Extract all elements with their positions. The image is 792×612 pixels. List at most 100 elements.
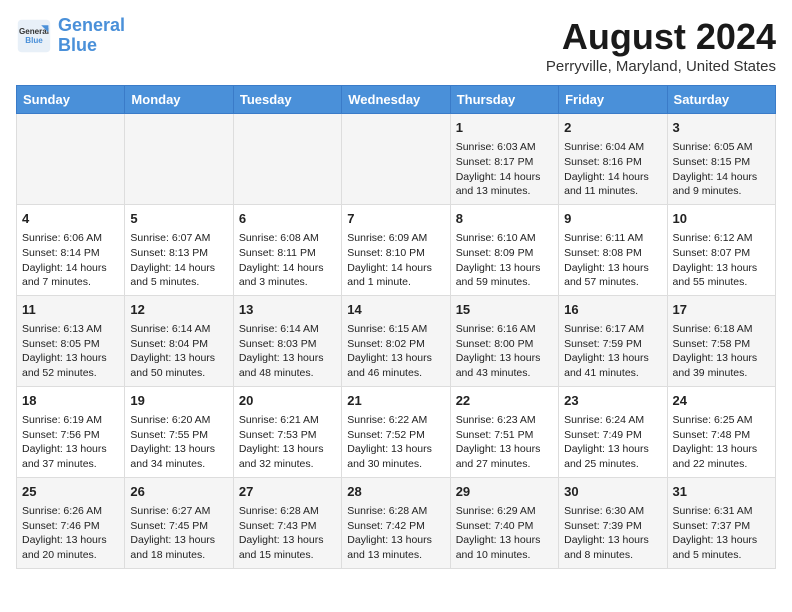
cell-content-line: Sunset: 8:00 PM bbox=[456, 337, 553, 352]
cell-content-line: Sunrise: 6:30 AM bbox=[564, 504, 661, 519]
calendar-cell: 26Sunrise: 6:27 AMSunset: 7:45 PMDayligh… bbox=[125, 477, 233, 568]
cell-content-line: Sunset: 7:40 PM bbox=[456, 519, 553, 534]
day-number: 26 bbox=[130, 483, 227, 501]
cell-content-line: and 59 minutes. bbox=[456, 275, 553, 290]
cell-content-line: and 46 minutes. bbox=[347, 366, 444, 381]
cell-content-line: Daylight: 13 hours bbox=[456, 533, 553, 548]
cell-content-line: Daylight: 13 hours bbox=[673, 442, 770, 457]
calendar-cell: 4Sunrise: 6:06 AMSunset: 8:14 PMDaylight… bbox=[17, 204, 125, 295]
cell-content-line: Daylight: 14 hours bbox=[673, 170, 770, 185]
cell-content-line: Sunrise: 6:11 AM bbox=[564, 231, 661, 246]
cell-content-line: Daylight: 13 hours bbox=[673, 261, 770, 276]
cell-content-line: Daylight: 14 hours bbox=[347, 261, 444, 276]
day-number: 31 bbox=[673, 483, 770, 501]
day-number: 29 bbox=[456, 483, 553, 501]
cell-content-line: Sunset: 7:43 PM bbox=[239, 519, 336, 534]
calendar-cell: 5Sunrise: 6:07 AMSunset: 8:13 PMDaylight… bbox=[125, 204, 233, 295]
cell-content-line: Sunrise: 6:24 AM bbox=[564, 413, 661, 428]
day-number: 8 bbox=[456, 210, 553, 228]
day-number: 7 bbox=[347, 210, 444, 228]
cell-content-line: Sunset: 8:07 PM bbox=[673, 246, 770, 261]
cell-content-line: and 9 minutes. bbox=[673, 184, 770, 199]
cell-content-line: and 48 minutes. bbox=[239, 366, 336, 381]
cell-content-line: Sunrise: 6:20 AM bbox=[130, 413, 227, 428]
cell-content-line: Sunrise: 6:08 AM bbox=[239, 231, 336, 246]
cell-content-line: Sunset: 7:48 PM bbox=[673, 428, 770, 443]
day-number: 3 bbox=[673, 119, 770, 137]
day-number: 18 bbox=[22, 392, 119, 410]
calendar-cell: 8Sunrise: 6:10 AMSunset: 8:09 PMDaylight… bbox=[450, 204, 558, 295]
weekday-header-monday: Monday bbox=[125, 86, 233, 114]
cell-content-line: Daylight: 13 hours bbox=[564, 442, 661, 457]
cell-content-line: Sunrise: 6:03 AM bbox=[456, 140, 553, 155]
day-number: 23 bbox=[564, 392, 661, 410]
cell-content-line: Sunrise: 6:04 AM bbox=[564, 140, 661, 155]
day-number: 6 bbox=[239, 210, 336, 228]
calendar-cell: 6 Sunrise: 6:08 AMSunset: 8:11 PMDaylight… bbox=[233, 204, 341, 295]
day-number: 20 bbox=[239, 392, 336, 410]
cell-content-line: Sunset: 8:16 PM bbox=[564, 155, 661, 170]
header: General Blue General Blue August 2024 Pe… bbox=[16, 16, 776, 75]
cell-content-line: Sunrise: 6:15 AM bbox=[347, 322, 444, 337]
day-number: 2 bbox=[564, 119, 661, 137]
cell-content-line: and 57 minutes. bbox=[564, 275, 661, 290]
cell-content-line: Sunset: 8:11 PM bbox=[239, 246, 336, 261]
calendar-cell: 31Sunrise: 6:31 AMSunset: 7:37 PMDayligh… bbox=[667, 477, 775, 568]
cell-content-line: Daylight: 13 hours bbox=[456, 351, 553, 366]
calendar-cell bbox=[233, 114, 341, 205]
day-number: 25 bbox=[22, 483, 119, 501]
cell-content-line: Sunset: 7:49 PM bbox=[564, 428, 661, 443]
cell-content-line: Sunset: 8:17 PM bbox=[456, 155, 553, 170]
cell-content-line: Sunrise: 6:07 AM bbox=[130, 231, 227, 246]
location-title: Perryville, Maryland, United States bbox=[546, 58, 776, 75]
cell-content-line: Sunset: 7:45 PM bbox=[130, 519, 227, 534]
cell-content-line: Sunset: 7:52 PM bbox=[347, 428, 444, 443]
cell-content-line: Sunrise: 6:25 AM bbox=[673, 413, 770, 428]
week-row-2: 4Sunrise: 6:06 AMSunset: 8:14 PMDaylight… bbox=[17, 204, 776, 295]
cell-content-line: and 25 minutes. bbox=[564, 457, 661, 472]
day-number: 14 bbox=[347, 301, 444, 319]
cell-content-line: Sunset: 7:42 PM bbox=[347, 519, 444, 534]
calendar-cell bbox=[342, 114, 450, 205]
cell-content-line: Sunset: 8:13 PM bbox=[130, 246, 227, 261]
day-number: 15 bbox=[456, 301, 553, 319]
weekday-header-tuesday: Tuesday bbox=[233, 86, 341, 114]
cell-content-line: and 13 minutes. bbox=[456, 184, 553, 199]
cell-content-line: Sunrise: 6:12 AM bbox=[673, 231, 770, 246]
cell-content-line: Sunrise: 6:21 AM bbox=[239, 413, 336, 428]
cell-content-line: Daylight: 13 hours bbox=[239, 442, 336, 457]
cell-content-line: Daylight: 14 hours bbox=[239, 261, 336, 276]
cell-content-line: and 55 minutes. bbox=[673, 275, 770, 290]
cell-content-line: Daylight: 13 hours bbox=[22, 442, 119, 457]
day-number: 1 bbox=[456, 119, 553, 137]
cell-content-line: and 20 minutes. bbox=[22, 548, 119, 563]
cell-content-line: Daylight: 13 hours bbox=[673, 533, 770, 548]
cell-content-line: Daylight: 14 hours bbox=[564, 170, 661, 185]
cell-content-line: Sunrise: 6:16 AM bbox=[456, 322, 553, 337]
weekday-header-friday: Friday bbox=[559, 86, 667, 114]
cell-content-line: Daylight: 13 hours bbox=[130, 351, 227, 366]
day-number: 5 bbox=[130, 210, 227, 228]
cell-content-line: and 8 minutes. bbox=[564, 548, 661, 563]
cell-content-line: Daylight: 13 hours bbox=[673, 351, 770, 366]
logo-text: General Blue bbox=[58, 16, 125, 56]
cell-content-line: and 11 minutes. bbox=[564, 184, 661, 199]
calendar-cell: 29 Sunrise: 6:29 AMSunset: 7:40 PMDayligh… bbox=[450, 477, 558, 568]
cell-content-line: and 39 minutes. bbox=[673, 366, 770, 381]
calendar-cell bbox=[17, 114, 125, 205]
calendar-cell: 14Sunrise: 6:15 AMSunset: 8:02 PMDayligh… bbox=[342, 295, 450, 386]
cell-content-line: Sunset: 7:59 PM bbox=[564, 337, 661, 352]
cell-content-line: Sunrise: 6:19 AM bbox=[22, 413, 119, 428]
cell-content-line: Sunrise: 6:17 AM bbox=[564, 322, 661, 337]
cell-content-line: and 41 minutes. bbox=[564, 366, 661, 381]
day-number: 16 bbox=[564, 301, 661, 319]
week-row-1: 1 Sunrise: 6:03 AMSunset: 8:17 PM Daylight… bbox=[17, 114, 776, 205]
calendar-cell: 13Sunrise: 6:14 AMSunset: 8:03 PMDayligh… bbox=[233, 295, 341, 386]
svg-text:Blue: Blue bbox=[25, 36, 43, 45]
weekday-header-sunday: Sunday bbox=[17, 86, 125, 114]
cell-content-line: Sunrise: 6:29 AM bbox=[456, 504, 553, 519]
cell-content-line: Sunset: 7:39 PM bbox=[564, 519, 661, 534]
day-number: 19 bbox=[130, 392, 227, 410]
weekday-header-thursday: Thursday bbox=[450, 86, 558, 114]
cell-content-line: and 32 minutes. bbox=[239, 457, 336, 472]
